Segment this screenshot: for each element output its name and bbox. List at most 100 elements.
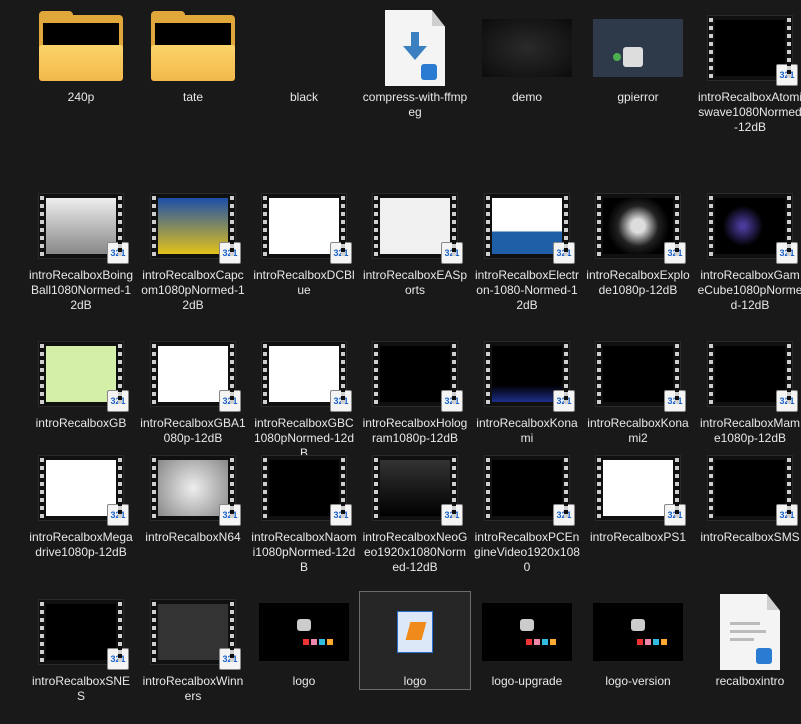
file-name: introRecalboxMegadrive1080p-12dB: [29, 530, 133, 559]
file-name: logo-version: [605, 674, 671, 688]
video-player-badge-icon: 321: [553, 504, 575, 526]
file-item[interactable]: logo-upgrade: [472, 592, 582, 689]
file-item[interactable]: 240p: [26, 8, 136, 105]
file-thumbnail: [583, 8, 693, 88]
video-player-badge-icon: 321: [776, 504, 798, 526]
video-player-badge-icon: 321: [219, 504, 241, 526]
file-item[interactable]: 321 introRecalboxPS1: [583, 448, 693, 545]
video-icon: 321: [150, 599, 241, 670]
video-icon: 321: [372, 455, 463, 526]
video-player-badge-icon: 321: [664, 242, 686, 264]
file-thumbnail: [360, 8, 470, 88]
file-name: logo: [403, 674, 427, 688]
file-name: introRecalboxNaomi1080pNormed-12dB: [251, 530, 357, 574]
file-item[interactable]: logo: [249, 592, 359, 689]
file-item[interactable]: 321 introRecalboxKonami2: [583, 334, 693, 446]
image-thumbnail: [259, 603, 349, 661]
file-name: introRecalboxKonami: [476, 416, 578, 445]
file-item[interactable]: 321 introRecalboxEASports: [360, 186, 470, 298]
file-item[interactable]: demo: [472, 8, 582, 105]
video-icon: 321: [38, 455, 129, 526]
video-player-badge-icon: 321: [776, 242, 798, 264]
file-item[interactable]: 321 introRecalboxHologram1080p-12dB: [360, 334, 470, 446]
video-icon: 321: [38, 193, 129, 264]
file-thumbnail: 321: [26, 334, 136, 414]
file-item[interactable]: compress-with-ffmpeg: [360, 8, 470, 120]
file-name: introRecalboxNeoGeo1920x1080Normed-12dB: [362, 530, 468, 574]
file-thumbnail: 321: [249, 334, 359, 414]
file-name: introRecalboxN64: [145, 530, 241, 544]
file-thumbnail: 321: [138, 592, 248, 672]
file-name: introRecalboxSMS: [700, 530, 800, 544]
file-item[interactable]: 321 introRecalboxGB: [26, 334, 136, 431]
file-item[interactable]: 321 introRecalboxGBC1080pNormed-12dB: [249, 334, 359, 461]
file-name: introRecalboxElectron-1080-Normed-12dB: [474, 268, 580, 312]
file-name: introRecalboxKonami2: [587, 416, 689, 445]
image-thumbnail: [593, 603, 683, 661]
file-item[interactable]: logo: [359, 591, 471, 690]
file-thumbnail: [138, 8, 248, 88]
file-thumbnail: 321: [26, 186, 136, 266]
file-name: gpierror: [617, 90, 659, 104]
video-icon: 321: [595, 193, 686, 264]
file-item[interactable]: 321 introRecalboxBoingBall1080Normed-12dB: [26, 186, 136, 313]
file-name: introRecalboxExplode1080p-12dB: [586, 268, 690, 297]
file-item[interactable]: 321 introRecalboxMegadrive1080p-12dB: [26, 448, 136, 560]
file-item[interactable]: 321 introRecalboxN64: [138, 448, 248, 545]
folder-icon: [151, 11, 235, 81]
file-item[interactable]: 321 introRecalboxGBA1080p-12dB: [138, 334, 248, 446]
file-thumbnail: 321: [695, 334, 801, 414]
file-thumbnail: 321: [695, 186, 801, 266]
file-name: introRecalboxCapcom1080pNormed-12dB: [141, 268, 245, 312]
video-icon: 321: [150, 193, 241, 264]
media-file-icon: [397, 611, 433, 653]
file-thumbnail: 321: [26, 448, 136, 528]
video-icon: 321: [707, 341, 798, 412]
file-thumbnail: 321: [138, 334, 248, 414]
file-item[interactable]: 321 introRecalboxKonami: [472, 334, 582, 446]
video-icon: 321: [707, 193, 798, 264]
document-icon: [385, 10, 445, 86]
file-name: introRecalboxWinners: [142, 674, 244, 703]
file-item[interactable]: tate: [138, 8, 248, 105]
file-item[interactable]: 321 introRecalboxWinners: [138, 592, 248, 704]
file-thumbnail: 321: [583, 448, 693, 528]
file-thumbnail: [472, 592, 582, 672]
file-item[interactable]: recalboxintro: [695, 592, 801, 689]
video-player-badge-icon: 321: [107, 648, 129, 670]
video-player-badge-icon: 321: [219, 648, 241, 670]
file-thumbnail: [583, 592, 693, 672]
file-item[interactable]: 321 introRecalboxElectron-1080-Normed-12d…: [472, 186, 582, 313]
video-icon: 321: [38, 341, 129, 412]
file-item[interactable]: 321 introRecalboxNaomi1080pNormed-12dB: [249, 448, 359, 575]
video-player-badge-icon: 321: [553, 390, 575, 412]
file-thumbnail: 321: [583, 186, 693, 266]
file-name: demo: [511, 90, 543, 104]
file-name: introRecalboxPCEngineVideo1920x1080: [474, 530, 580, 574]
video-icon: 321: [484, 455, 575, 526]
file-item[interactable]: 321 introRecalboxSMS: [695, 448, 801, 545]
file-thumbnail: [472, 8, 582, 88]
file-item[interactable]: black: [249, 8, 359, 105]
file-name: introRecalboxBoingBall1080Normed-12dB: [28, 268, 134, 312]
file-item[interactable]: 321 introRecalboxCapcom1080pNormed-12dB: [138, 186, 248, 313]
file-thumbnail: 321: [138, 186, 248, 266]
video-icon: 321: [261, 455, 352, 526]
file-item[interactable]: 321 introRecalboxGameCube1080pNormed-12dB: [695, 186, 801, 313]
file-item[interactable]: 321 introRecalboxDCBlue: [249, 186, 359, 298]
file-item[interactable]: 321 introRecalboxNeoGeo1920x1080Normed-12…: [360, 448, 470, 575]
file-item[interactable]: 321 introRecalboxAtomiswave1080Normed-12d…: [695, 8, 801, 135]
file-item[interactable]: 321 introRecalboxSNES: [26, 592, 136, 704]
file-item[interactable]: logo-version: [583, 592, 693, 689]
video-icon: 321: [372, 193, 463, 264]
file-thumbnail: 321: [472, 186, 582, 266]
video-icon: 321: [150, 455, 241, 526]
file-item[interactable]: 321 introRecalboxExplode1080p-12dB: [583, 186, 693, 298]
file-item[interactable]: gpierror: [583, 8, 693, 105]
file-item[interactable]: 321 introRecalboxMame1080p-12dB: [695, 334, 801, 446]
video-icon: 321: [595, 455, 686, 526]
file-thumbnail: 321: [360, 334, 470, 414]
file-thumbnail: [695, 592, 801, 672]
file-item[interactable]: 321 introRecalboxPCEngineVideo1920x1080: [472, 448, 582, 575]
file-thumbnail: 321: [695, 448, 801, 528]
